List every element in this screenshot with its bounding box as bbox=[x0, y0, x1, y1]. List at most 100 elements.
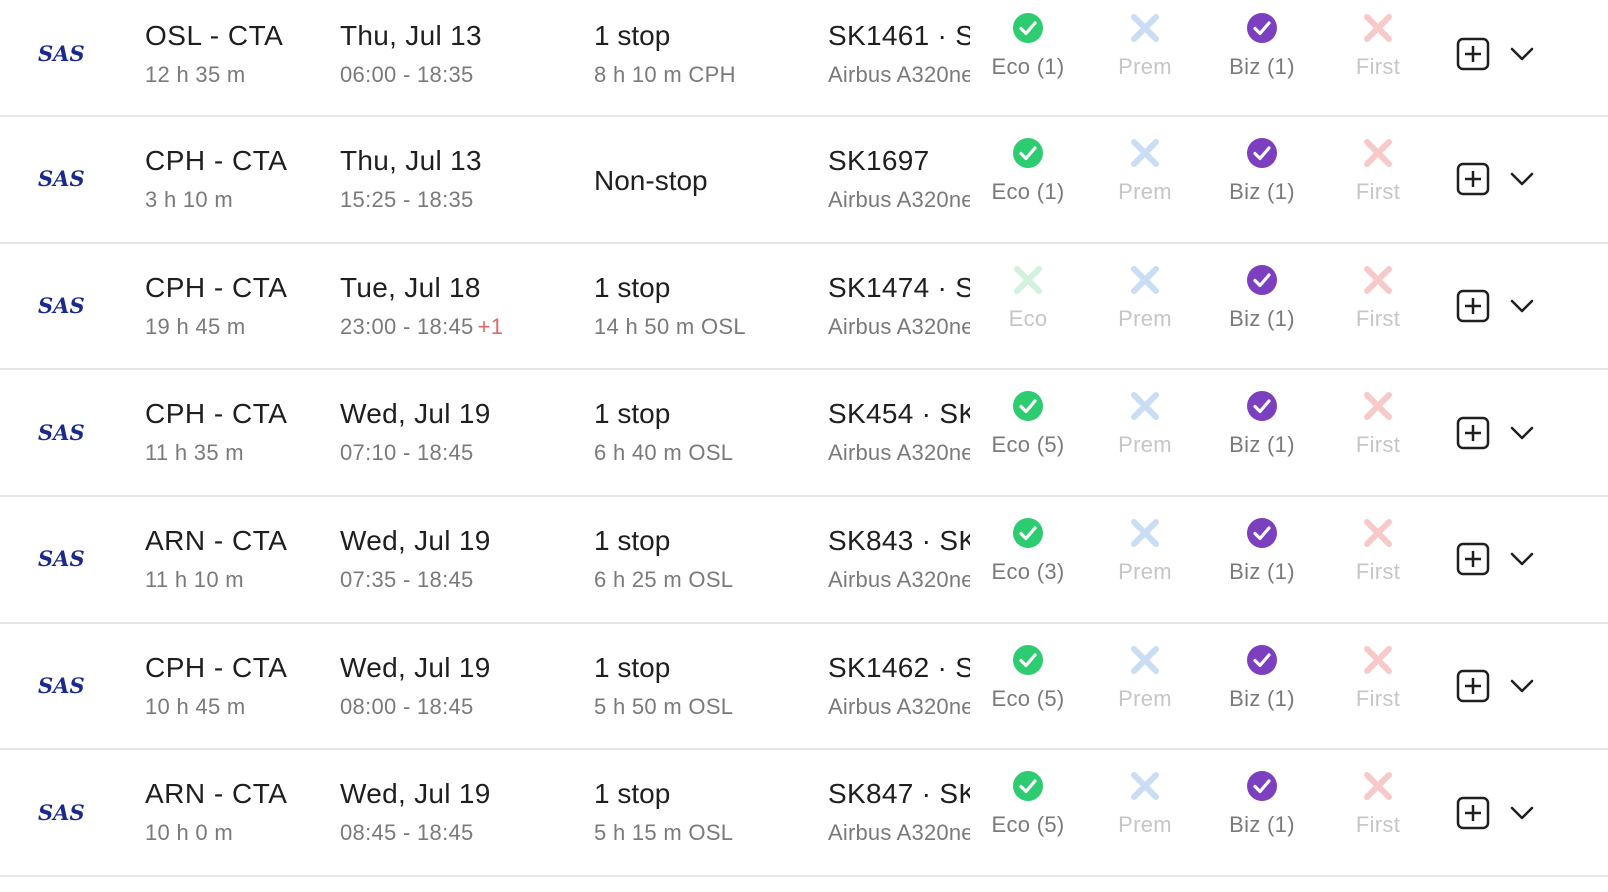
flight-row-3[interactable]: SAS CPH - CTA 19 h 45 m Tue, Jul 18 23:0… bbox=[0, 244, 1608, 371]
cabin-economy[interactable]: Eco bbox=[973, 264, 1083, 332]
expand-row-button[interactable] bbox=[1508, 545, 1536, 573]
plus-square-icon bbox=[1456, 416, 1490, 449]
flight-row-6[interactable]: SAS CPH - CTA 10 h 45 m Wed, Jul 19 08:0… bbox=[0, 624, 1608, 751]
check-circle-icon bbox=[1247, 391, 1277, 422]
sas-logo-text: SAS bbox=[38, 43, 85, 65]
x-icon bbox=[1364, 265, 1392, 294]
cabin-first[interactable]: First bbox=[1323, 390, 1433, 458]
cabin-economy[interactable]: Eco (5) bbox=[973, 390, 1083, 458]
cabin-first[interactable]: First bbox=[1323, 12, 1433, 80]
cabin-first[interactable]: First bbox=[1323, 770, 1433, 838]
add-flight-button[interactable] bbox=[1456, 669, 1490, 703]
plus-square-icon bbox=[1456, 796, 1490, 830]
flight-row-7[interactable]: SAS ARN - CTA 10 h 0 m Wed, Jul 19 08:45… bbox=[0, 750, 1608, 878]
add-flight-button[interactable] bbox=[1456, 796, 1490, 830]
sas-logo: SAS bbox=[38, 548, 88, 570]
flight-row-1[interactable]: SAS OSL - CTA 12 h 35 m Thu, Jul 13 06:0… bbox=[0, 0, 1608, 117]
add-flight-button[interactable] bbox=[1456, 37, 1490, 71]
cabin-first[interactable]: First bbox=[1323, 137, 1433, 205]
cabin-premium[interactable]: Prem bbox=[1090, 264, 1200, 332]
cabin-first[interactable]: First bbox=[1323, 644, 1433, 712]
departure-date: Thu, Jul 13 bbox=[340, 20, 482, 51]
plus-square-icon bbox=[1456, 163, 1490, 196]
cabin-premium[interactable]: Prem bbox=[1090, 644, 1200, 712]
flight-row-4[interactable]: SAS CPH - CTA 11 h 35 m Wed, Jul 19 07:1… bbox=[0, 370, 1608, 498]
add-flight-button[interactable] bbox=[1456, 162, 1490, 196]
aircraft: Airbus A320neo bbox=[828, 313, 970, 339]
add-flight-button[interactable] bbox=[1456, 416, 1490, 450]
cabin-first-label: First bbox=[1355, 54, 1401, 79]
time-range: 23:00 - 18:45 bbox=[340, 313, 474, 339]
cabin-business[interactable]: Biz (1) bbox=[1207, 517, 1317, 585]
check-circle-icon bbox=[1013, 138, 1043, 168]
sas-logo: SAS bbox=[38, 43, 88, 65]
cabin-economy[interactable]: Eco (3) bbox=[973, 517, 1083, 585]
cabin-business[interactable]: Biz (1) bbox=[1207, 390, 1317, 458]
time-range: 08:00 - 18:45 bbox=[340, 693, 474, 719]
x-icon bbox=[1364, 139, 1392, 167]
flight-row-2[interactable]: SAS CPH - CTA 3 h 10 m Thu, Jul 13 15:25… bbox=[0, 117, 1608, 244]
cabin-first[interactable]: First bbox=[1323, 517, 1433, 585]
layover: 5 h 15 m OSL bbox=[594, 820, 734, 846]
cabin-premium[interactable]: Prem bbox=[1090, 390, 1200, 458]
stops: 1 stop bbox=[594, 525, 671, 557]
duration: 11 h 35 m bbox=[145, 440, 244, 466]
cabin-economy[interactable]: Eco (5) bbox=[973, 770, 1083, 838]
cabin-premium[interactable]: Prem bbox=[1090, 517, 1200, 585]
sas-logo-text: SAS bbox=[38, 168, 85, 190]
cabin-first-label: First bbox=[1355, 179, 1401, 204]
check-circle-icon bbox=[1247, 13, 1277, 43]
duration: 19 h 45 m bbox=[145, 313, 246, 339]
cabin-business[interactable]: Biz (1) bbox=[1207, 770, 1317, 838]
cabin-first-label: First bbox=[1355, 685, 1401, 711]
x-icon bbox=[1131, 392, 1159, 421]
cabin-first-label: First bbox=[1355, 812, 1401, 838]
cabin-business[interactable]: Biz (1) bbox=[1207, 644, 1317, 712]
expand-row-button[interactable] bbox=[1508, 40, 1536, 68]
expand-row-button[interactable] bbox=[1508, 672, 1536, 700]
flight-row-5[interactable]: SAS ARN - CTA 11 h 10 m Wed, Jul 19 07:3… bbox=[0, 497, 1608, 624]
cabin-premium[interactable]: Prem bbox=[1090, 12, 1200, 80]
cabin-business-label: Biz (1) bbox=[1229, 812, 1295, 838]
cabin-premium[interactable]: Prem bbox=[1090, 137, 1200, 205]
check-circle-icon bbox=[1013, 13, 1043, 43]
chevron-down-icon bbox=[1510, 679, 1534, 693]
flight-times: 06:00 - 18:35 bbox=[340, 62, 478, 88]
sas-logo-text: SAS bbox=[38, 802, 85, 824]
sas-logo-text: SAS bbox=[38, 675, 85, 697]
plus-square-icon bbox=[1456, 543, 1490, 576]
sas-logo: SAS bbox=[38, 168, 88, 190]
cabin-economy[interactable]: Eco (1) bbox=[973, 12, 1083, 80]
check-circle-icon bbox=[1247, 264, 1277, 295]
cabin-business-label: Biz (1) bbox=[1229, 305, 1295, 331]
time-range: 15:25 - 18:35 bbox=[340, 187, 474, 212]
cabin-first-label: First bbox=[1355, 432, 1401, 458]
expand-row-button[interactable] bbox=[1508, 419, 1536, 447]
flight-number: SK454 · SK bbox=[828, 398, 970, 430]
flight-times: 07:10 - 18:45 bbox=[340, 440, 478, 466]
departure-date: Wed, Jul 19 bbox=[340, 651, 491, 683]
cabin-first[interactable]: First bbox=[1323, 264, 1433, 332]
stops: 1 stop bbox=[594, 651, 671, 683]
cabin-business[interactable]: Biz (1) bbox=[1207, 12, 1317, 80]
expand-row-button[interactable] bbox=[1508, 165, 1536, 193]
cabin-economy[interactable]: Eco (1) bbox=[973, 137, 1083, 205]
departure-date: Wed, Jul 19 bbox=[340, 778, 491, 810]
cabin-business[interactable]: Biz (1) bbox=[1207, 137, 1317, 205]
check-circle-icon bbox=[1247, 771, 1277, 802]
add-flight-button[interactable] bbox=[1456, 542, 1490, 576]
add-flight-button[interactable] bbox=[1456, 289, 1490, 323]
chevron-down-icon bbox=[1510, 173, 1534, 186]
duration: 10 h 0 m bbox=[145, 820, 234, 846]
check-circle-icon bbox=[1247, 518, 1277, 549]
expand-row-button[interactable] bbox=[1508, 292, 1536, 320]
layover: 6 h 25 m OSL bbox=[594, 567, 734, 593]
cabin-business[interactable]: Biz (1) bbox=[1207, 264, 1317, 332]
cabin-premium[interactable]: Prem bbox=[1090, 770, 1200, 838]
cabin-economy[interactable]: Eco (5) bbox=[973, 644, 1083, 712]
expand-row-button[interactable] bbox=[1508, 799, 1536, 827]
cabin-premium-label: Prem bbox=[1118, 54, 1172, 79]
route: CPH - CTA bbox=[145, 145, 288, 176]
departure-date: Wed, Jul 19 bbox=[340, 398, 491, 430]
route: ARN - CTA bbox=[145, 525, 288, 557]
